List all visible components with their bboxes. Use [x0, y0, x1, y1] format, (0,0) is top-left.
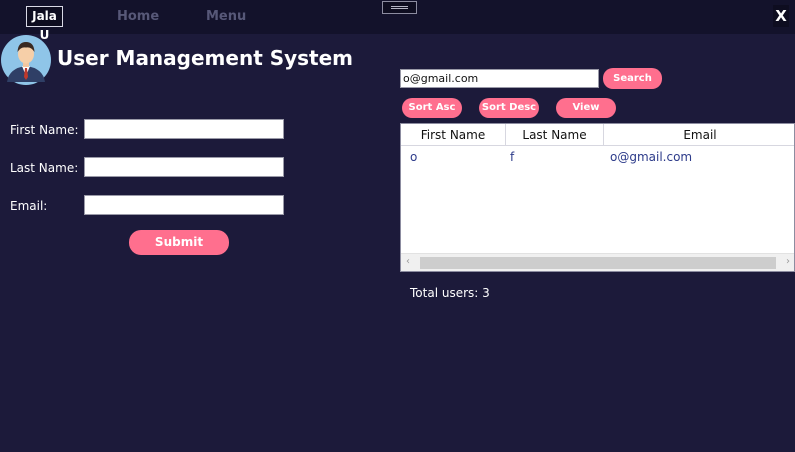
- scrollbar-thumb[interactable]: [420, 257, 776, 269]
- nav-home[interactable]: Home: [117, 9, 159, 24]
- cell-first-name[interactable]: o: [410, 150, 417, 164]
- sort-desc-button[interactable]: Sort Desc: [479, 98, 539, 118]
- scroll-right-icon[interactable]: ›: [786, 256, 790, 267]
- close-button[interactable]: X: [773, 5, 789, 27]
- sort-asc-button[interactable]: Sort Asc: [402, 98, 462, 118]
- column-header-first-name[interactable]: First Name: [401, 124, 506, 146]
- email-label: Email:: [10, 199, 48, 213]
- column-header-last-name[interactable]: Last Name: [506, 124, 604, 146]
- brand-logo[interactable]: Jala U: [26, 6, 63, 42]
- search-button[interactable]: Search: [603, 68, 662, 89]
- horizontal-scrollbar[interactable]: ‹ ›: [401, 253, 794, 271]
- email-input[interactable]: [84, 195, 284, 215]
- cell-email[interactable]: o@gmail.com: [610, 150, 692, 164]
- first-name-label: First Name:: [10, 123, 79, 137]
- scroll-left-icon[interactable]: ‹: [406, 256, 410, 267]
- last-name-label: Last Name:: [10, 161, 79, 175]
- last-name-input[interactable]: [84, 157, 284, 177]
- drag-handle-icon[interactable]: [382, 1, 417, 14]
- user-avatar-icon: [1, 35, 51, 85]
- submit-button[interactable]: Submit: [129, 230, 229, 255]
- search-input[interactable]: o@gmail.com: [400, 69, 599, 88]
- page-title: User Management System: [57, 46, 354, 70]
- top-bar: Jala U Home Menu X: [0, 0, 795, 42]
- first-name-input[interactable]: [84, 119, 284, 139]
- view-errors-button[interactable]: View Errors: [556, 98, 616, 133]
- column-header-email[interactable]: Email: [604, 124, 794, 146]
- users-table: First Name Last Name Email o f o@gmail.c…: [400, 123, 795, 272]
- cell-last-name[interactable]: f: [510, 150, 514, 164]
- nav-menu[interactable]: Menu: [206, 9, 246, 24]
- total-users-count: Total users: 3: [410, 286, 490, 300]
